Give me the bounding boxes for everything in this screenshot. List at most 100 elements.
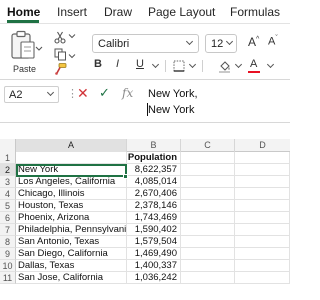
ribbon-separator: [165, 60, 166, 72]
row-header[interactable]: 4: [0, 188, 16, 200]
fill-color-icon[interactable]: [218, 59, 232, 73]
fill-color-dropdown-chevron-icon[interactable]: [234, 60, 243, 69]
bold-button[interactable]: B: [94, 58, 102, 70]
tab-formulas[interactable]: Formulas: [230, 5, 280, 19]
cell-a[interactable]: San Antonio, Texas: [16, 236, 127, 248]
cell-c[interactable]: [181, 272, 235, 284]
row-header[interactable]: 8: [0, 236, 16, 248]
cell-a[interactable]: San Jose, California: [16, 272, 127, 284]
cell-d[interactable]: [235, 260, 290, 272]
cell-c[interactable]: [181, 212, 235, 224]
cell-d[interactable]: [235, 164, 290, 176]
cell-b[interactable]: 1,590,402: [127, 224, 181, 236]
row-header[interactable]: 11: [0, 272, 16, 284]
copy-icon[interactable]: [54, 48, 67, 61]
name-box[interactable]: A2: [4, 86, 59, 103]
row-header[interactable]: 3: [0, 176, 16, 188]
cut-dropdown-chevron-icon[interactable]: [68, 33, 76, 39]
cell-a[interactable]: Philadelphia, Pennsylvania: [16, 224, 127, 236]
copy-dropdown-chevron-icon[interactable]: [68, 53, 76, 59]
underline-button[interactable]: U: [136, 58, 144, 70]
row-header[interactable]: 5: [0, 200, 16, 212]
cell-c[interactable]: [181, 236, 235, 248]
cell-a[interactable]: San Diego, California: [16, 248, 127, 260]
tab-page-layout[interactable]: Page Layout: [148, 5, 215, 19]
decrease-font-size-button[interactable]: Aˇ: [268, 35, 278, 48]
cell-c[interactable]: [181, 224, 235, 236]
tab-home[interactable]: Home: [7, 5, 40, 19]
cell-b[interactable]: 2,378,146: [127, 200, 181, 212]
cell-c[interactable]: [181, 164, 235, 176]
cell-d[interactable]: [235, 200, 290, 212]
cell-c[interactable]: [181, 152, 235, 164]
active-cell-outline: [16, 164, 127, 177]
column-header-a[interactable]: A: [16, 139, 127, 152]
column-header-d[interactable]: D: [235, 139, 290, 152]
format-painter-icon[interactable]: [54, 63, 67, 75]
worksheet-grid[interactable]: A B C D 1 Population 2 New York 8,622,357 3 Lo…: [0, 139, 290, 300]
font-name-dropdown[interactable]: Calibri: [92, 34, 199, 53]
cell-b[interactable]: 1,036,242: [127, 272, 181, 284]
tab-draw[interactable]: Draw: [104, 5, 132, 19]
tab-insert[interactable]: Insert: [57, 5, 87, 19]
formula-content-line-2[interactable]: New York: [148, 104, 194, 116]
cell-d[interactable]: [235, 212, 290, 224]
cell-b[interactable]: 4,085,014: [127, 176, 181, 188]
italic-button[interactable]: I: [116, 58, 119, 70]
font-color-dropdown-chevron-icon[interactable]: [266, 60, 275, 69]
column-header-b[interactable]: B: [127, 139, 181, 152]
cell-b[interactable]: 1,400,337: [127, 260, 181, 272]
font-color-button[interactable]: A: [250, 58, 257, 70]
cut-icon[interactable]: [54, 31, 66, 44]
cell-b[interactable]: Population: [127, 152, 181, 164]
cell-d[interactable]: [235, 224, 290, 236]
cell-d[interactable]: [235, 152, 290, 164]
cell-d[interactable]: [235, 236, 290, 248]
insert-function-button[interactable]: fx: [122, 86, 133, 100]
ribbon-home: Paste Calibri 12 A^ Aˇ B I U A: [0, 24, 290, 76]
row-header[interactable]: 2: [0, 164, 16, 176]
cell-c[interactable]: [181, 260, 235, 272]
cell-a[interactable]: Houston, Texas: [16, 200, 127, 212]
cell-b[interactable]: 1,743,469: [127, 212, 181, 224]
row-header[interactable]: 7: [0, 224, 16, 236]
cell-a[interactable]: Dallas, Texas: [16, 260, 127, 272]
row-header[interactable]: 10: [0, 260, 16, 272]
increase-font-size-button[interactable]: A^: [248, 35, 259, 49]
chevron-down-icon: [225, 37, 234, 46]
cell-a[interactable]: Los Angeles, California: [16, 176, 127, 188]
cell-a[interactable]: Chicago, Illinois: [16, 188, 127, 200]
row-header[interactable]: 9: [0, 248, 16, 260]
cell-d[interactable]: [235, 176, 290, 188]
cell-a[interactable]: [16, 152, 127, 164]
cell-b[interactable]: 1,579,504: [127, 236, 181, 248]
cell-a[interactable]: Phoenix, Arizona: [16, 212, 127, 224]
row-header[interactable]: 1: [0, 152, 16, 164]
cell-d[interactable]: [235, 188, 290, 200]
cancel-entry-icon[interactable]: ✕: [77, 85, 89, 102]
font-name-value: Calibri: [98, 38, 130, 50]
formula-content-line-1[interactable]: New York,: [148, 88, 198, 100]
text-cursor: [147, 103, 148, 116]
fill-handle[interactable]: [123, 174, 128, 179]
confirm-entry-icon[interactable]: ✓: [99, 85, 110, 101]
borders-dropdown-chevron-icon[interactable]: [188, 60, 197, 69]
column-header-row: A B C D: [0, 139, 290, 152]
paste-button[interactable]: Paste: [8, 30, 48, 74]
clipboard-icon: [11, 30, 43, 59]
cell-b[interactable]: 8,622,357: [127, 164, 181, 176]
cell-d[interactable]: [235, 248, 290, 260]
underline-dropdown-chevron-icon[interactable]: [151, 60, 160, 69]
cell-b[interactable]: 1,469,490: [127, 248, 181, 260]
select-all-corner[interactable]: [0, 139, 16, 152]
row-header[interactable]: 6: [0, 212, 16, 224]
cell-c[interactable]: [181, 188, 235, 200]
cell-c[interactable]: [181, 200, 235, 212]
column-header-c[interactable]: C: [181, 139, 235, 152]
cell-c[interactable]: [181, 248, 235, 260]
font-size-dropdown[interactable]: 12: [205, 34, 237, 53]
borders-icon[interactable]: [173, 60, 185, 72]
cell-b[interactable]: 2,670,406: [127, 188, 181, 200]
cell-c[interactable]: [181, 176, 235, 188]
cell-d[interactable]: [235, 272, 290, 284]
